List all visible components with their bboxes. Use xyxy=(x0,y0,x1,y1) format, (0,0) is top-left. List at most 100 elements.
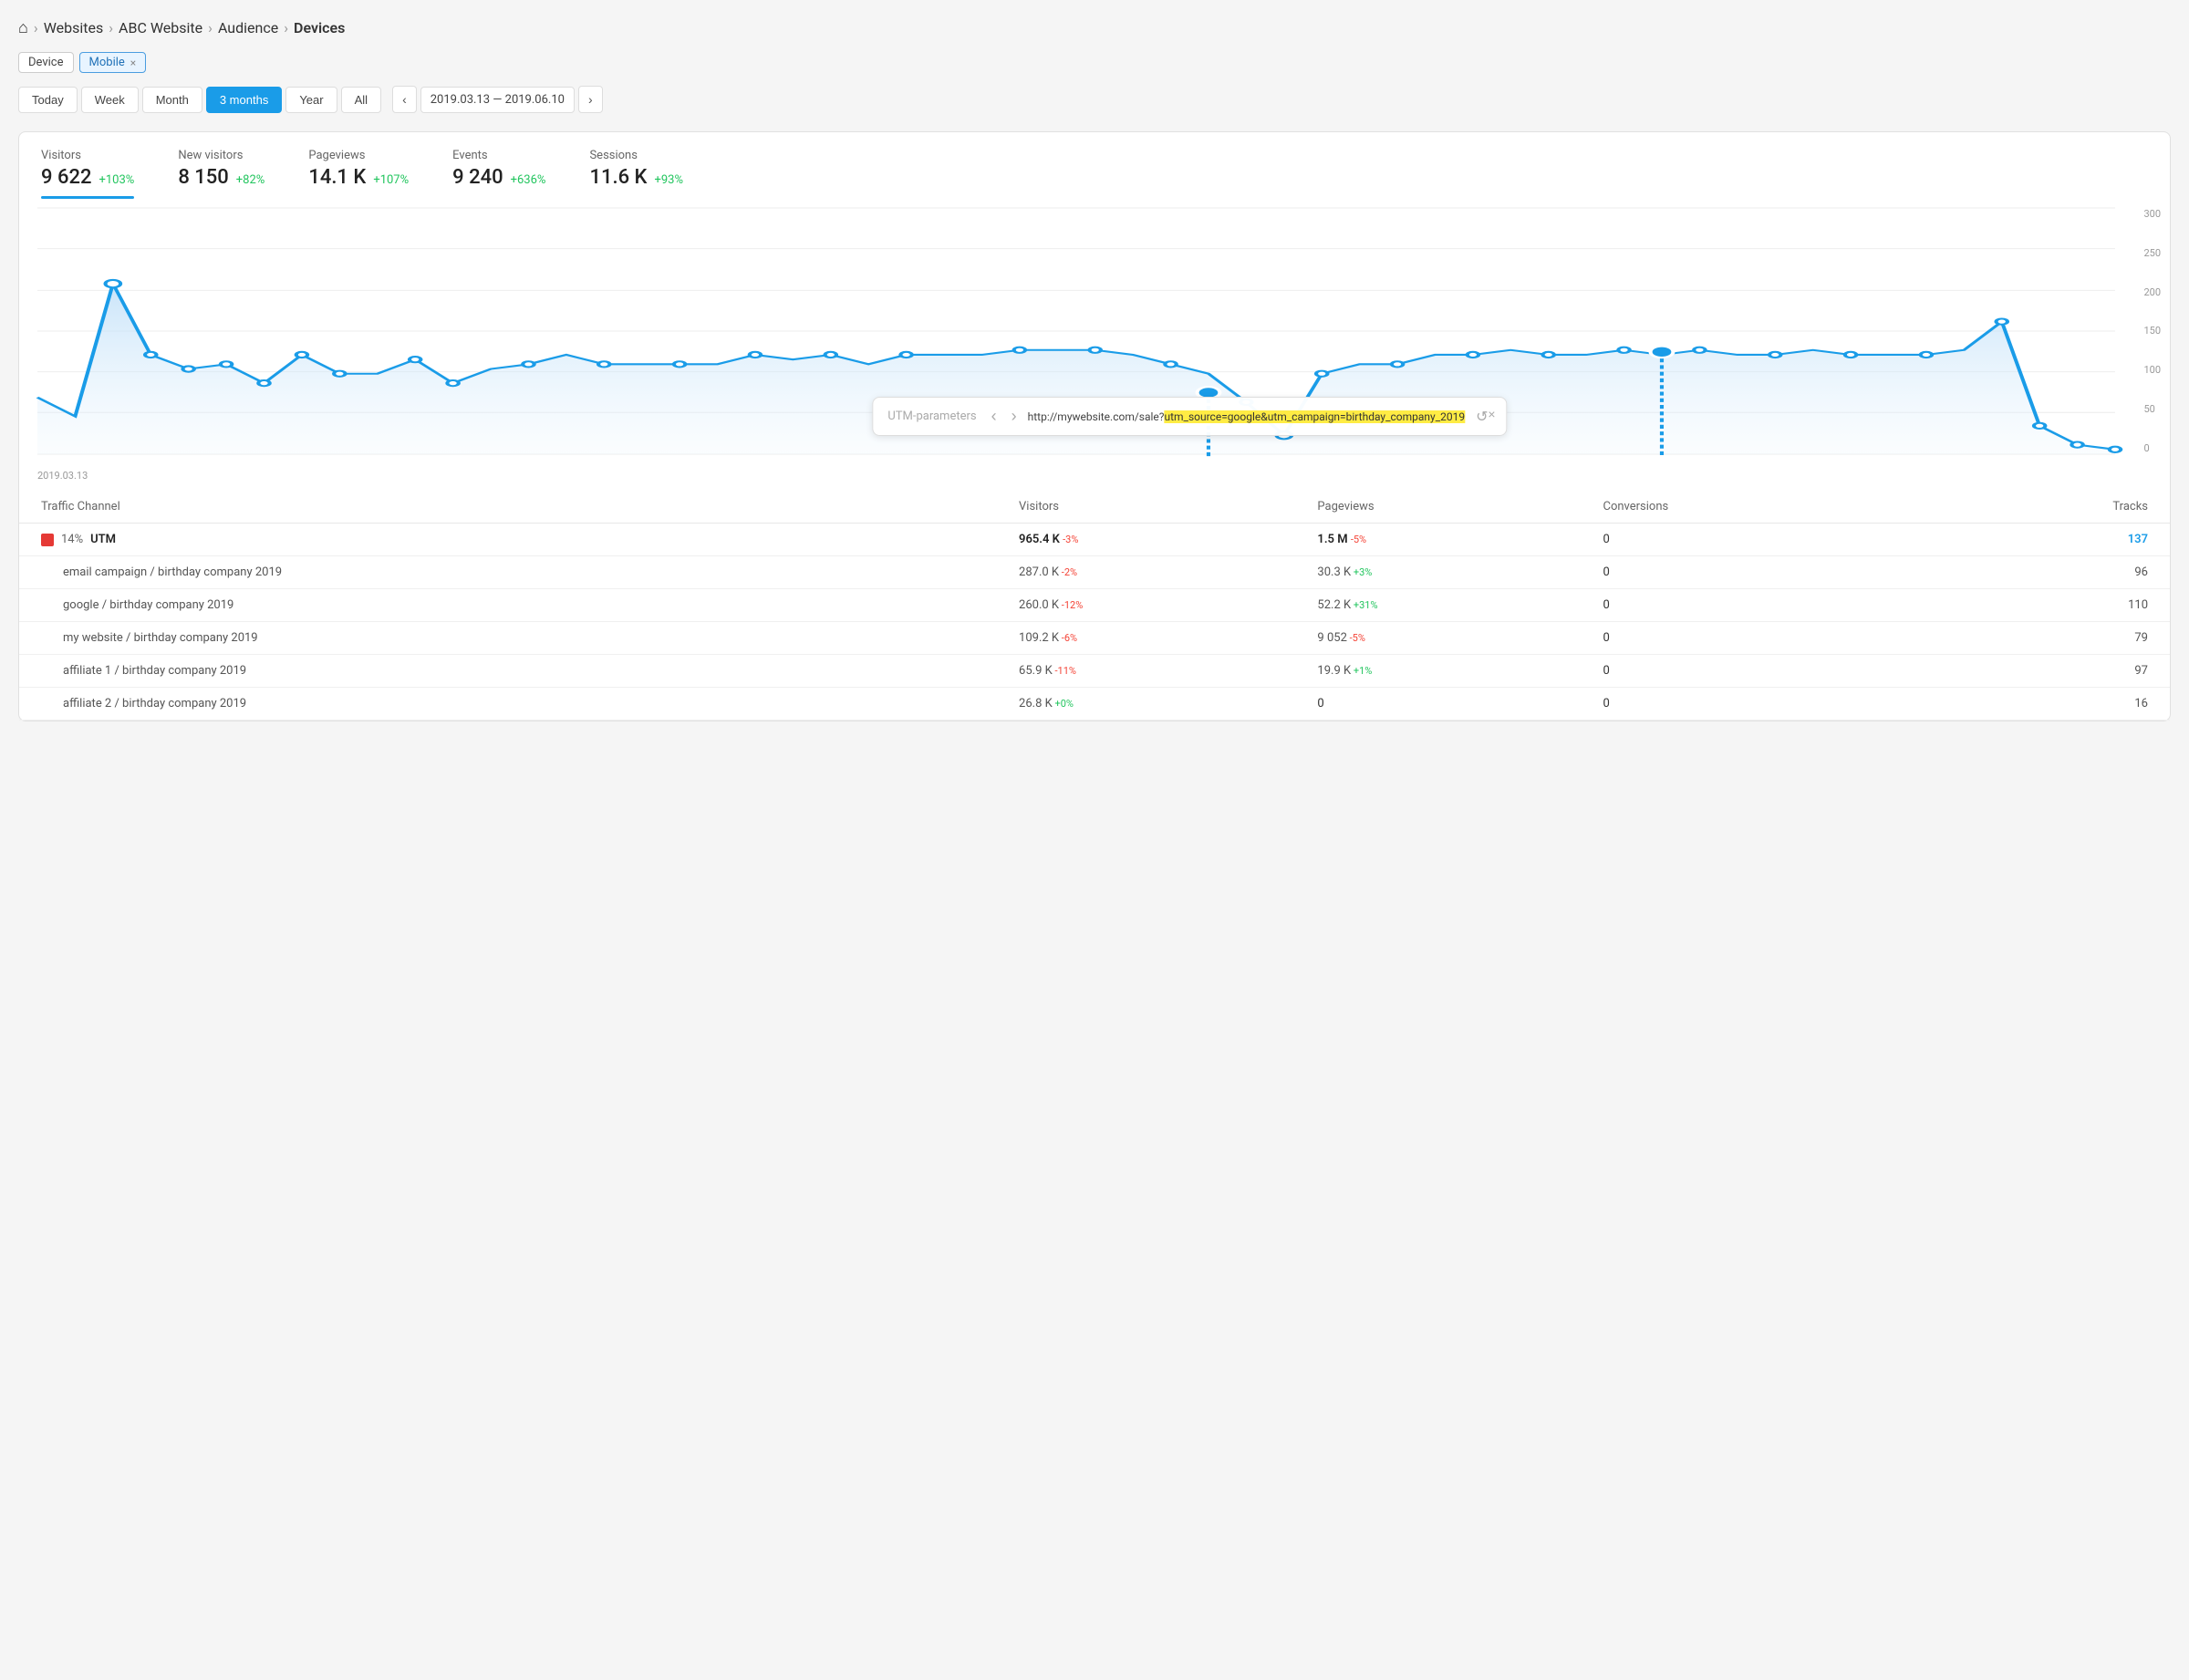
home-icon[interactable]: ⌂ xyxy=(18,18,28,37)
visitors-sub2: 260.0 K -12% xyxy=(1008,589,1306,622)
pageviews-change-utm: -5% xyxy=(1351,534,1366,545)
stats-row: Visitors 9 622 +103% New visitors 8 150 … xyxy=(41,149,2148,199)
utm-url-container: http://mywebsite.com/sale?utm_source=goo… xyxy=(1028,410,1466,423)
visitors-sub3: 109.2 K -6% xyxy=(1008,622,1306,655)
period-3months[interactable]: 3 months xyxy=(206,87,282,113)
table-row: google / birthday company 2019 260.0 K -… xyxy=(19,589,2170,622)
stat-new-visitors-change: +82% xyxy=(236,173,265,187)
stat-pageviews-value: 14.1 K xyxy=(308,166,366,189)
table-header-row: Traffic Channel Visitors Pageviews Conve… xyxy=(19,491,2170,524)
breadcrumb-abc-website[interactable]: ABC Website xyxy=(119,19,202,36)
utm-overlay: UTM-parameters × ‹ › http://mywebsite.co… xyxy=(872,397,1507,436)
conversions-sub1: 0 xyxy=(1592,556,1895,589)
stat-pageviews: Pageviews 14.1 K +107% xyxy=(308,149,409,199)
stat-sessions-value: 11.6 K xyxy=(589,166,647,189)
breadcrumb-websites[interactable]: Websites xyxy=(44,19,104,36)
y-label-100: 100 xyxy=(2143,364,2161,376)
stat-pageviews-change: +107% xyxy=(373,173,409,187)
col-header-visitors: Visitors xyxy=(1008,491,1306,524)
stat-events-change: +636% xyxy=(511,173,546,187)
pageviews-sub1: 30.3 K +3% xyxy=(1306,556,1592,589)
pageviews-sub4: 19.9 K +1% xyxy=(1306,655,1592,688)
table-section: Traffic Channel Visitors Pageviews Conve… xyxy=(19,491,2170,721)
stat-visitors-value-row: 9 622 +103% xyxy=(41,166,134,189)
filter-tag-device-label: Device xyxy=(28,56,64,69)
period-all[interactable]: All xyxy=(341,87,381,113)
visitors-cell-utm: 965.4 K -3% xyxy=(1008,524,1306,556)
stat-events: Events 9 240 +636% xyxy=(452,149,545,199)
pageviews-sub2: 52.2 K +31% xyxy=(1306,589,1592,622)
breadcrumb-audience[interactable]: Audience xyxy=(218,19,278,36)
y-label-150: 150 xyxy=(2143,325,2161,337)
visitors-sub1: 287.0 K -2% xyxy=(1008,556,1306,589)
y-label-50: 50 xyxy=(2143,403,2161,415)
breadcrumb-separator: › xyxy=(284,19,288,36)
visitors-sub4: 65.9 K -11% xyxy=(1008,655,1306,688)
col-header-conversions: Conversions xyxy=(1592,491,1895,524)
prev-date-button[interactable]: ‹ xyxy=(392,86,417,113)
stat-sessions-change: +93% xyxy=(654,173,683,187)
channel-cell-sub3: my website / birthday company 2019 xyxy=(19,622,1008,655)
channel-name-utm: UTM xyxy=(90,533,116,546)
tracks-cell-utm: 137 xyxy=(1895,524,2170,556)
stat-events-value-row: 9 240 +636% xyxy=(452,166,545,189)
stat-new-visitors: New visitors 8 150 +82% xyxy=(178,149,265,199)
toolbar: Today Week Month 3 months Year All ‹ 201… xyxy=(18,86,2171,113)
close-icon[interactable]: × xyxy=(130,57,136,69)
stat-events-label: Events xyxy=(452,149,545,162)
period-year[interactable]: Year xyxy=(285,87,337,113)
period-today[interactable]: Today xyxy=(18,87,78,113)
conversions-sub4: 0 xyxy=(1592,655,1895,688)
stat-visitors-label: Visitors xyxy=(41,149,134,162)
filter-tag-device[interactable]: Device xyxy=(18,52,74,73)
stat-visitors-change: +103% xyxy=(99,173,134,187)
utm-title: UTM-parameters xyxy=(887,410,976,423)
x-axis-label: 2019.03.13 xyxy=(37,470,88,482)
period-week[interactable]: Week xyxy=(81,87,139,113)
main-card: Visitors 9 622 +103% New visitors 8 150 … xyxy=(18,131,2171,721)
stat-pageviews-label: Pageviews xyxy=(308,149,409,162)
breadcrumb-separator: › xyxy=(34,19,38,36)
utm-forward-button[interactable]: › xyxy=(1008,407,1021,426)
channel-cell-sub1: email campaign / birthday company 2019 xyxy=(19,556,1008,589)
utm-url-highlight: utm_source=google&utm_campaign=birthday_… xyxy=(1164,410,1465,423)
breadcrumb-separator: › xyxy=(208,19,213,36)
pageviews-sub5: 0 xyxy=(1306,688,1592,721)
col-header-pageviews: Pageviews xyxy=(1306,491,1592,524)
table-row: my website / birthday company 2019 109.2… xyxy=(19,622,2170,655)
stat-visitors: Visitors 9 622 +103% xyxy=(41,149,134,199)
filter-tag-mobile[interactable]: Mobile × xyxy=(79,52,147,73)
table-row: affiliate 2 / birthday company 2019 26.8… xyxy=(19,688,2170,721)
conversions-sub5: 0 xyxy=(1592,688,1895,721)
tracks-sub5: 16 xyxy=(1895,688,2170,721)
stat-sessions-value-row: 11.6 K +93% xyxy=(589,166,683,189)
utm-close-button[interactable]: × xyxy=(1488,407,1495,421)
channel-cell-sub4: affiliate 1 / birthday company 2019 xyxy=(19,655,1008,688)
visitors-sub5: 26.8 K +0% xyxy=(1008,688,1306,721)
pageviews-value-utm: 1.5 M xyxy=(1317,533,1347,546)
channel-cell: 14% UTM xyxy=(19,524,1008,556)
y-label-300: 300 xyxy=(2143,208,2161,220)
pageviews-sub3: 9 052 -5% xyxy=(1306,622,1592,655)
y-label-0: 0 xyxy=(2143,442,2161,454)
filter-tags: Device Mobile × xyxy=(18,52,2171,73)
y-label-250: 250 xyxy=(2143,247,2161,259)
utm-back-button[interactable]: ‹ xyxy=(988,407,1001,426)
tracks-sub4: 97 xyxy=(1895,655,2170,688)
table-row: 14% UTM 965.4 K -3% 1.5 M -5% 0 137 xyxy=(19,524,2170,556)
period-month[interactable]: Month xyxy=(142,87,202,113)
chart-section: 300 250 200 150 100 50 0 2019.03.13 UTM-… xyxy=(19,199,2170,491)
stats-section: Visitors 9 622 +103% New visitors 8 150 … xyxy=(19,132,2170,199)
breadcrumb: ⌂ › Websites › ABC Website › Audience › … xyxy=(18,18,2171,37)
filter-tag-mobile-label: Mobile xyxy=(89,56,125,69)
conversions-sub3: 0 xyxy=(1592,622,1895,655)
stat-pageviews-value-row: 14.1 K +107% xyxy=(308,166,409,189)
col-header-channel: Traffic Channel xyxy=(19,491,1008,524)
next-date-button[interactable]: › xyxy=(578,86,603,113)
stat-new-visitors-value: 8 150 xyxy=(178,166,228,189)
date-range-label: 2019.03.13 — 2019.06.10 xyxy=(420,87,575,113)
visitors-change-utm: -3% xyxy=(1063,534,1078,545)
col-header-tracks: Tracks xyxy=(1895,491,2170,524)
stat-events-value: 9 240 xyxy=(452,166,503,189)
conversions-sub2: 0 xyxy=(1592,589,1895,622)
